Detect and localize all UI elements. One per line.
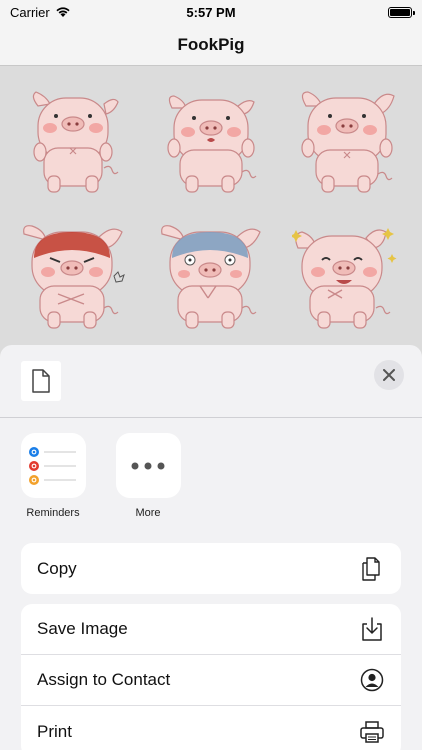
pig-sticker-surprised[interactable] xyxy=(156,88,266,198)
pig-sticker-standing[interactable] xyxy=(18,88,128,198)
app-more[interactable]: More xyxy=(108,433,188,519)
action-save-image[interactable]: Save Image xyxy=(21,604,401,655)
share-sheet: Reminders More Copy Save Image Assign to… xyxy=(0,345,422,750)
reminders-icon xyxy=(29,446,76,485)
copy-icon xyxy=(359,556,385,582)
print-icon xyxy=(359,719,385,745)
sticker-grid xyxy=(0,66,422,366)
action-assign-contact[interactable]: Assign to Contact xyxy=(21,655,401,706)
action-group-main: Save Image Assign to Contact Print xyxy=(21,604,401,750)
action-copy[interactable]: Copy xyxy=(21,543,401,594)
file-preview xyxy=(21,361,61,401)
pig-sticker-angry[interactable] xyxy=(18,224,128,334)
contact-icon xyxy=(359,667,385,693)
action-label-copy: Copy xyxy=(37,558,77,578)
wifi-icon xyxy=(56,7,70,17)
save-image-icon xyxy=(359,616,385,642)
navigation-bar: FookPig xyxy=(0,24,422,66)
close-button[interactable] xyxy=(374,360,404,390)
more-icon xyxy=(131,462,165,469)
share-sheet-header xyxy=(0,345,422,418)
close-icon xyxy=(383,369,395,381)
app-icon-tile xyxy=(115,433,181,498)
app-row: Reminders More xyxy=(0,433,422,523)
pig-sticker-shocked[interactable] xyxy=(156,224,266,334)
app-reminders[interactable]: Reminders xyxy=(13,433,93,519)
battery-level xyxy=(390,8,410,16)
app-icon-tile xyxy=(20,433,86,498)
app-label-reminders: Reminders xyxy=(26,507,80,519)
pig-sticker-happy[interactable] xyxy=(292,224,402,334)
action-label-save-image: Save Image xyxy=(37,619,128,638)
app-label-more: More xyxy=(135,507,161,519)
page-title: FookPig xyxy=(177,34,245,54)
action-label-print: Print xyxy=(37,721,72,741)
battery-icon xyxy=(388,6,415,18)
status-left: Carrier xyxy=(10,5,71,20)
action-label-assign-contact: Assign to Contact xyxy=(37,670,171,689)
document-icon xyxy=(32,369,50,393)
carrier-label: Carrier xyxy=(10,4,50,20)
status-bar: Carrier 5:57 PM xyxy=(0,0,422,24)
pig-sticker-waving[interactable] xyxy=(292,88,402,198)
action-group-copy: Copy xyxy=(21,543,401,594)
action-print[interactable]: Print xyxy=(21,706,401,750)
